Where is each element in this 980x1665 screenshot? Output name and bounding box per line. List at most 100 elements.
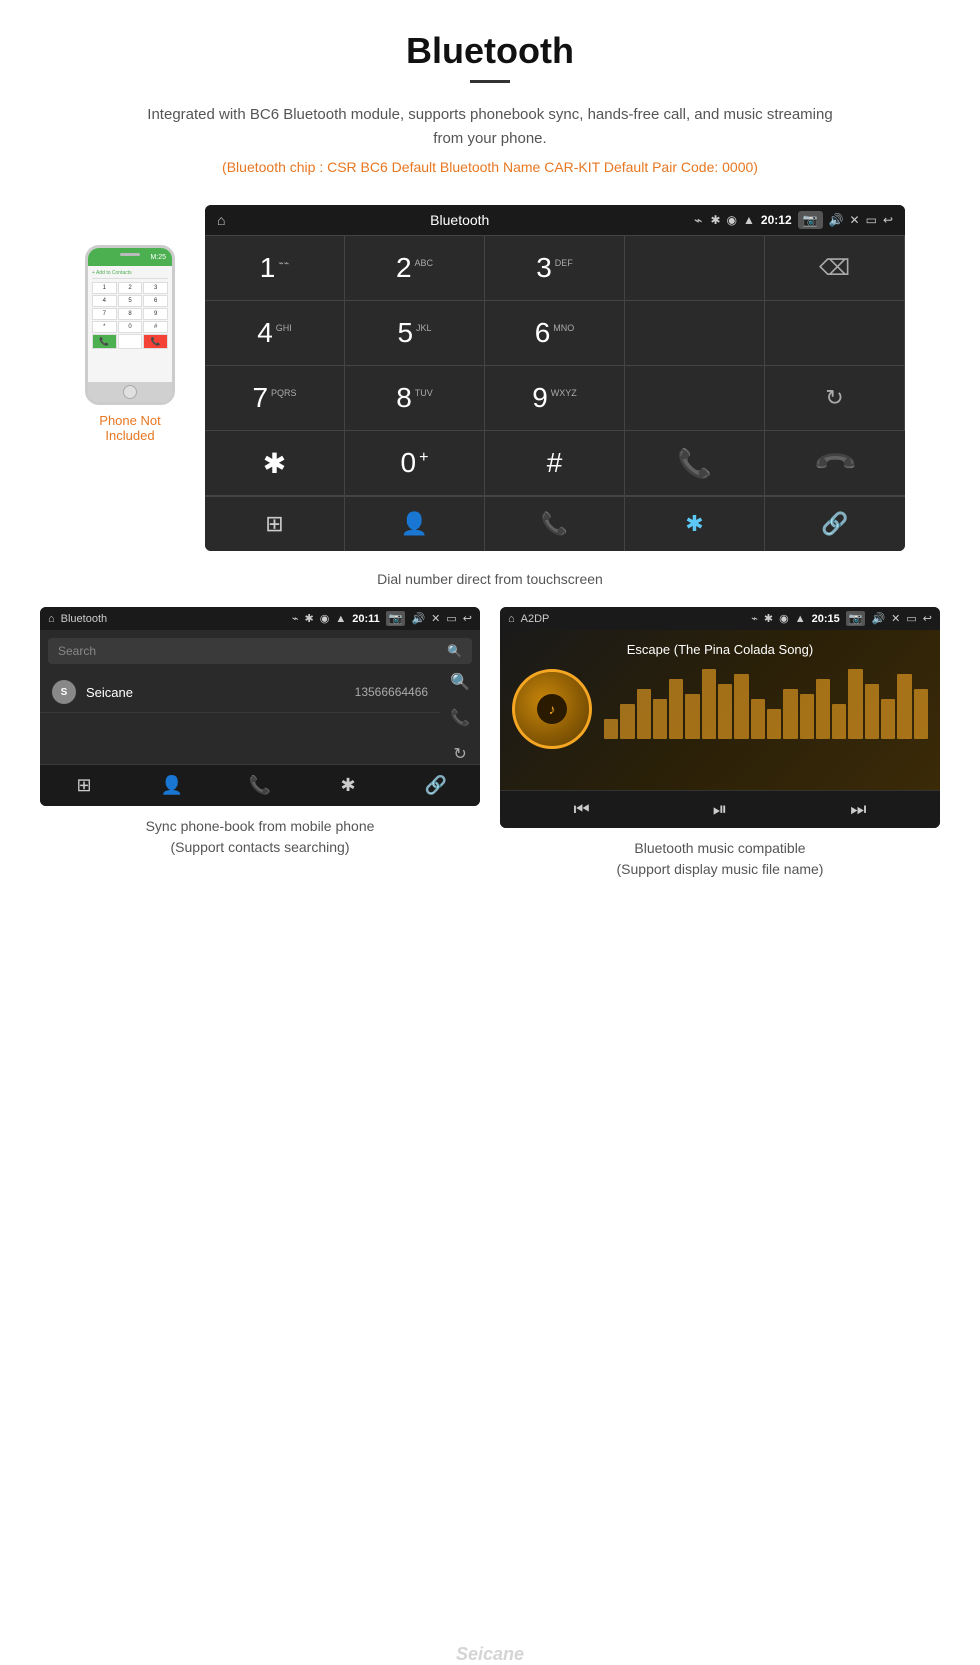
pb-nav-link[interactable]: 🔗 — [392, 765, 480, 806]
dial-key-1[interactable]: 1⌁⌁ — [205, 236, 345, 301]
phonebook-caption: Sync phone-book from mobile phone (Suppo… — [146, 816, 375, 858]
phone-key-9[interactable]: 9 — [143, 308, 168, 320]
pb-search-icon[interactable]: 🔍 — [450, 672, 470, 692]
dial-key-5[interactable]: 5JKL — [345, 301, 485, 366]
phone-key-1[interactable]: 1 — [92, 282, 117, 294]
nav-link-icon[interactable]: 🔗 — [765, 497, 905, 551]
dial-refresh[interactable]: ↻ — [765, 366, 905, 431]
next-track-button[interactable]: ⏭ — [850, 799, 866, 820]
dial-display-empty-1 — [625, 236, 765, 301]
phone-key-8[interactable]: 8 — [118, 308, 143, 320]
ms-home-icon[interactable]: ⌂ — [508, 613, 515, 625]
equalizer-bar — [914, 689, 928, 739]
pb-win-icon[interactable]: ▭ — [446, 612, 456, 625]
nav-phone-icon[interactable]: 📞 — [485, 497, 625, 551]
pb-home-icon[interactable]: ⌂ — [48, 613, 55, 625]
ms-back-icon[interactable]: ↩ — [923, 612, 932, 625]
music-body: Escape (The Pina Colada Song) ♪ — [500, 630, 940, 790]
dial-key-8[interactable]: 8TUV — [345, 366, 485, 431]
page-header: Bluetooth Integrated with BC6 Bluetooth … — [0, 0, 980, 205]
pb-refresh-icon[interactable]: ↻ — [453, 744, 466, 764]
phone-key-6[interactable]: 6 — [143, 295, 168, 307]
pb-cam-icon[interactable]: 📷 — [386, 611, 406, 626]
ms-vol-icon[interactable]: 🔊 — [871, 612, 885, 625]
equalizer-bar — [653, 699, 667, 739]
pb-call-icon[interactable]: 📞 — [450, 708, 470, 728]
nav-contact-icon[interactable]: 👤 — [345, 497, 485, 551]
pb-bt-icon: ✱ — [305, 612, 314, 625]
contact-row[interactable]: S Seicane 13566664466 — [40, 672, 440, 713]
home-icon[interactable]: ⌂ — [217, 212, 225, 228]
nav-grid-icon[interactable]: ⊞ — [205, 497, 345, 551]
dial-key-3[interactable]: 3DEF — [485, 236, 625, 301]
dial-backspace[interactable]: ⌫ — [765, 236, 905, 301]
dial-display-empty-2 — [625, 301, 765, 366]
volume-icon[interactable]: 🔊 — [829, 213, 844, 227]
phone-key-star[interactable]: * — [92, 321, 117, 333]
search-icon[interactable]: 🔍 — [447, 644, 462, 658]
title-underline — [470, 80, 510, 83]
phone-screen: + Add to Contacts 1 2 3 4 5 6 7 8 9 * 0 … — [88, 266, 172, 382]
phone-key-hang[interactable]: 📞 — [143, 334, 168, 349]
back-icon[interactable]: ↩ — [883, 213, 893, 227]
equalizer-bar — [604, 719, 618, 739]
dial-key-0[interactable]: 0+ — [345, 431, 485, 496]
music-screen: ⌂ A2DP ⌁ ✱ ◉ ▲ 20:15 📷 🔊 ✕ ▭ ↩ Escape (T… — [500, 607, 940, 828]
pb-nav-bt[interactable]: ✱ — [304, 765, 392, 806]
pb-back-icon[interactable]: ↩ — [463, 612, 472, 625]
dial-key-9[interactable]: 9WXYZ — [485, 366, 625, 431]
phone-key-7[interactable]: 7 — [92, 308, 117, 320]
contact-name: Seicane — [86, 685, 133, 700]
ms-time: 20:15 — [812, 613, 840, 625]
prev-track-button[interactable]: ⏮ — [574, 799, 590, 820]
music-status-bar: ⌂ A2DP ⌁ ✱ ◉ ▲ 20:15 📷 🔊 ✕ ▭ ↩ — [500, 607, 940, 630]
pb-nav-phone[interactable]: 📞 — [216, 765, 304, 806]
play-pause-button[interactable]: ⏯ — [713, 799, 727, 820]
search-placeholder: Search — [58, 644, 96, 658]
phone-key-empty — [118, 334, 143, 349]
dial-key-7[interactable]: 7PQRS — [205, 366, 345, 431]
phonebook-search[interactable]: Search 🔍 — [48, 638, 472, 664]
dial-call-red[interactable]: 📞 — [765, 431, 905, 496]
screen-title: Bluetooth — [233, 212, 686, 228]
equalizer-bar — [897, 674, 911, 739]
pb-nav-grid[interactable]: ⊞ — [40, 765, 128, 806]
page-title: Bluetooth — [20, 30, 960, 72]
phone-illustration: M:25 + Add to Contacts 1 2 3 4 5 6 7 8 9… — [75, 205, 185, 443]
equalizer-bar — [637, 689, 651, 739]
pb-time: 20:11 — [352, 613, 380, 625]
dial-key-hash[interactable]: # — [485, 431, 625, 496]
phone-key-2[interactable]: 2 — [118, 282, 143, 294]
dial-key-6[interactable]: 6MNO — [485, 301, 625, 366]
dial-key-2[interactable]: 2ABC — [345, 236, 485, 301]
ms-win-icon[interactable]: ▭ — [906, 612, 916, 625]
phone-bottom-bar — [88, 382, 172, 402]
music-note-icon: ♪ — [549, 701, 556, 717]
pb-vol-icon[interactable]: 🔊 — [411, 612, 425, 625]
phone-key-5[interactable]: 5 — [118, 295, 143, 307]
dial-key-4[interactable]: 4GHI — [205, 301, 345, 366]
phone-home-button[interactable] — [123, 385, 137, 399]
page-description: Integrated with BC6 Bluetooth module, su… — [140, 103, 840, 151]
ms-title: A2DP — [521, 613, 746, 625]
phone-key-4[interactable]: 4 — [92, 295, 117, 307]
equalizer-bar — [865, 684, 879, 739]
dial-display-empty-3 — [765, 301, 905, 366]
phone-key-call[interactable]: 📞 — [92, 334, 117, 349]
phone-key-3[interactable]: 3 — [143, 282, 168, 294]
close-icon[interactable]: ✕ — [850, 213, 860, 227]
phone-key-hash[interactable]: # — [143, 321, 168, 333]
nav-bluetooth-icon[interactable]: ✱ — [625, 497, 765, 551]
bluetooth-icon: ✱ — [710, 213, 720, 227]
phone-key-0[interactable]: 0 — [118, 321, 143, 333]
pb-nav-contact[interactable]: 👤 — [128, 765, 216, 806]
signal-icon: ▲ — [743, 213, 755, 227]
dial-call-green[interactable]: 📞 — [625, 431, 765, 496]
pb-close-icon[interactable]: ✕ — [431, 612, 440, 625]
ms-close-icon[interactable]: ✕ — [891, 612, 900, 625]
camera-icon[interactable]: 📷 — [798, 211, 823, 229]
ms-cam-icon[interactable]: 📷 — [846, 611, 866, 626]
dial-key-star[interactable]: ✱ — [205, 431, 345, 496]
window-icon[interactable]: ▭ — [866, 213, 877, 227]
bluetooth-specs: (Bluetooth chip : CSR BC6 Default Blueto… — [20, 159, 960, 175]
